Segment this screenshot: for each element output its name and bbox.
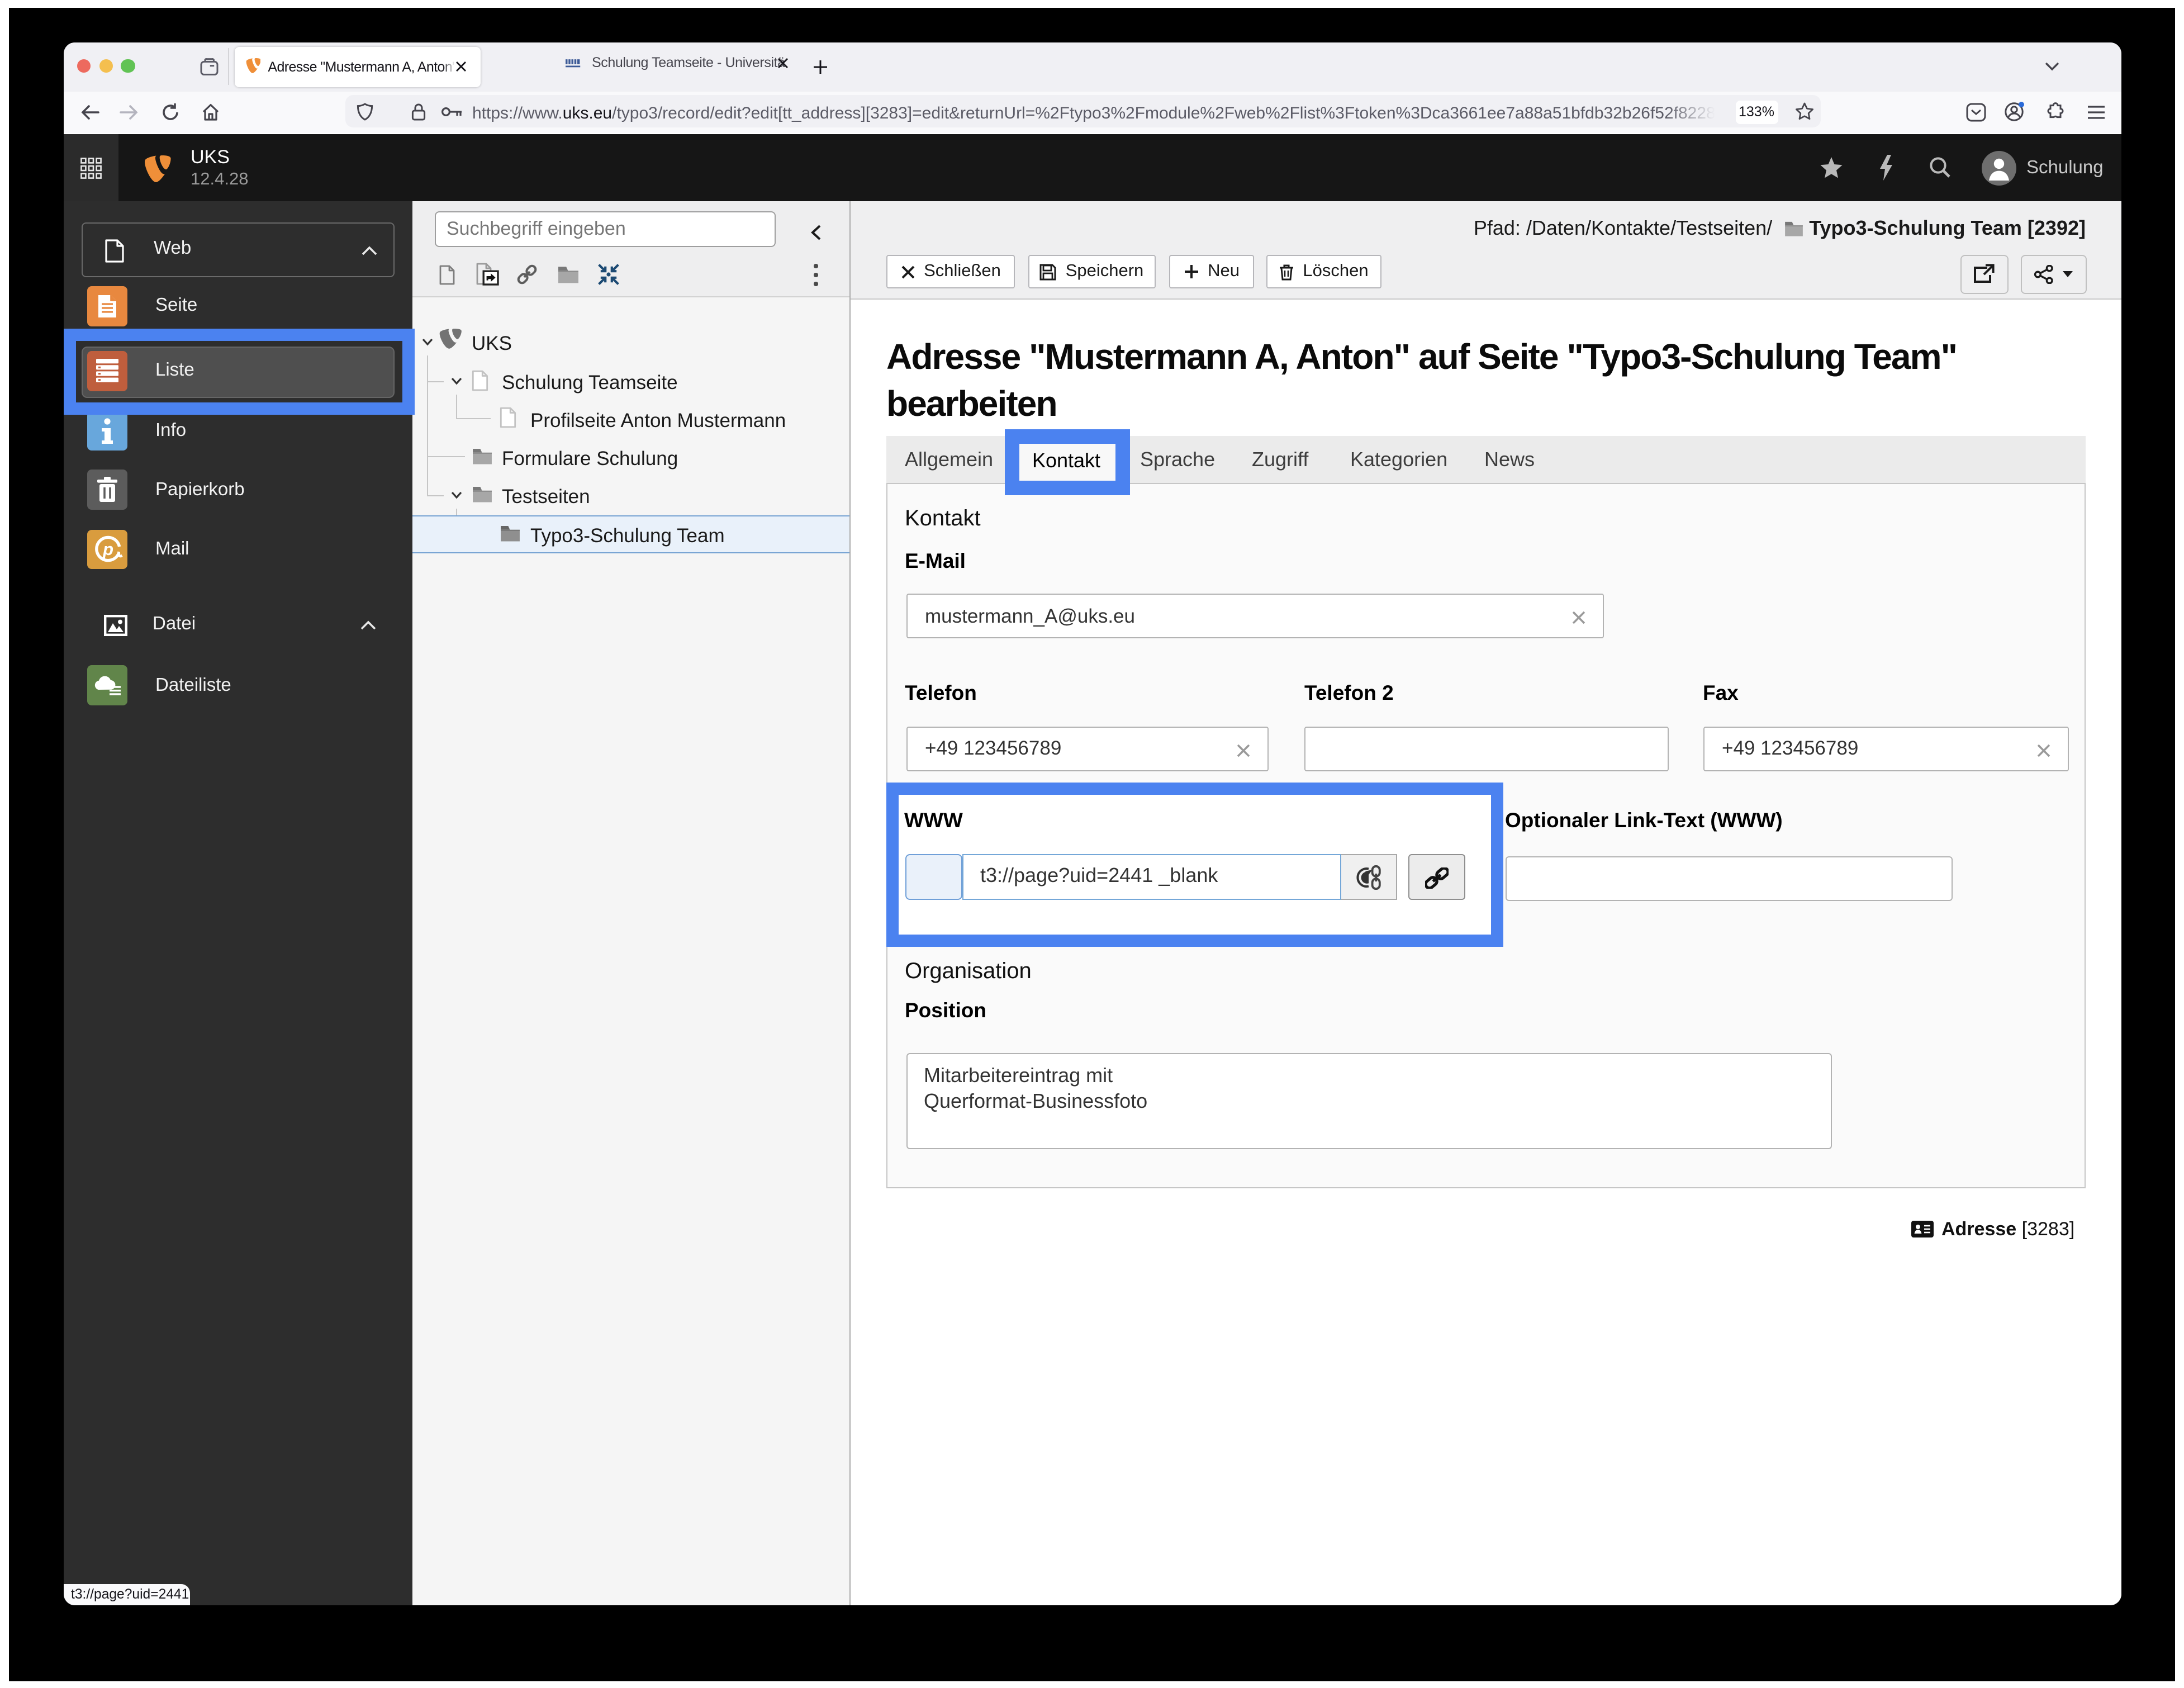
svg-text:p: p [102,540,113,559]
